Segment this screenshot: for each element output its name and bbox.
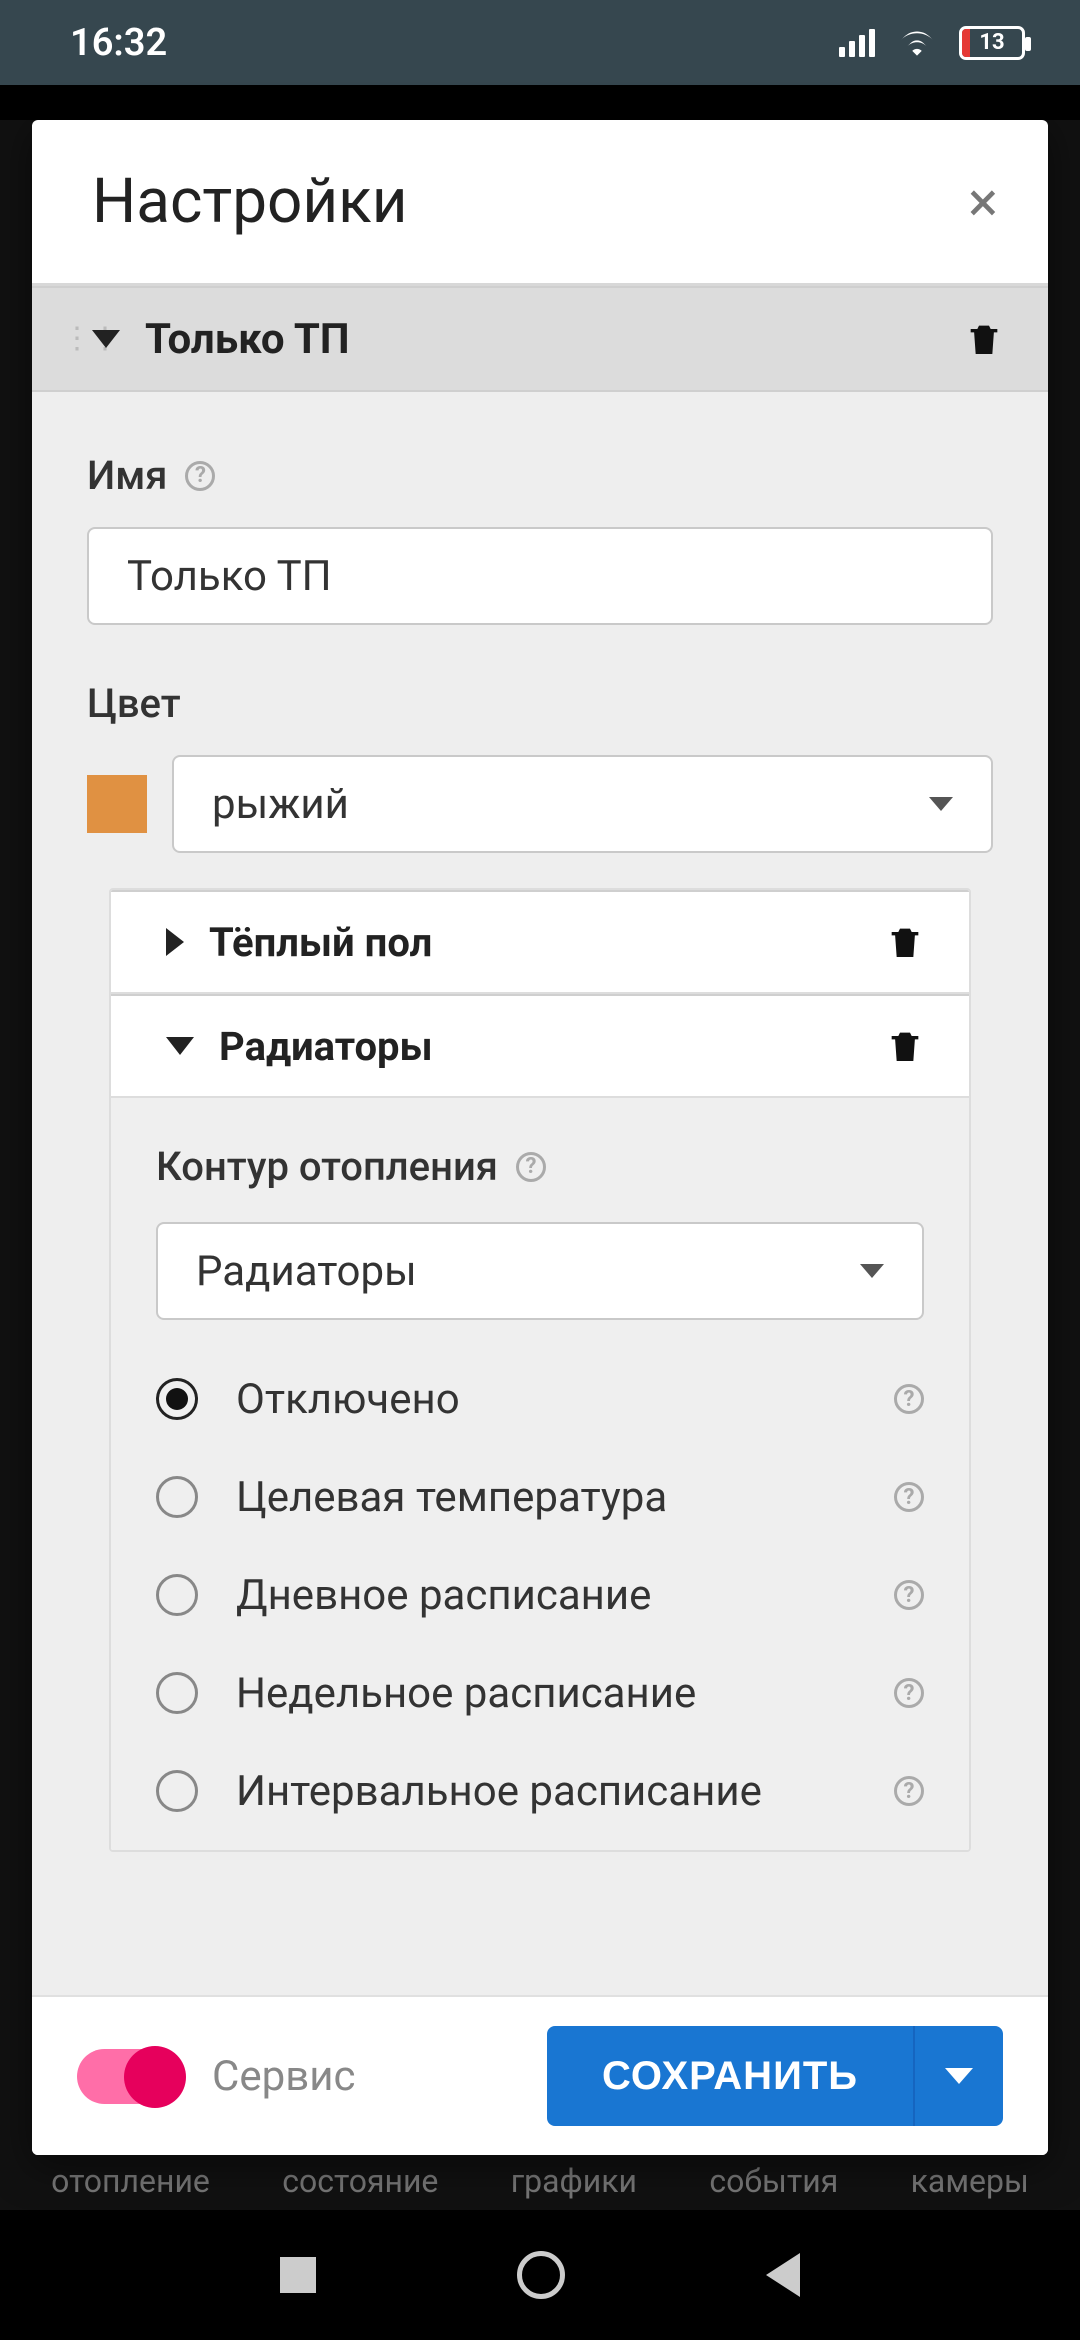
service-label: Сервис	[212, 2052, 355, 2101]
mode-radio-group: Отключено ? Целевая температура ? Дневно…	[156, 1350, 924, 1840]
dialog-header: Настройки ×	[32, 120, 1048, 283]
help-icon[interactable]: ?	[185, 461, 215, 491]
mode-option[interactable]: Интервальное расписание ?	[156, 1742, 924, 1840]
chevron-down-icon	[929, 797, 953, 811]
radiators-body: Контур отопления ? Радиаторы Отключено ?	[111, 1098, 969, 1850]
form-area: Имя ? Только ТП Цвет рыжий	[32, 392, 1048, 1882]
signal-icon	[839, 29, 875, 57]
section-header-main[interactable]: ⋮⋮ Только ТП	[32, 286, 1048, 392]
mode-option[interactable]: Дневное расписание ?	[156, 1546, 924, 1644]
help-icon[interactable]: ?	[894, 1482, 924, 1512]
help-icon[interactable]: ?	[894, 1678, 924, 1708]
dialog-body: ⋮⋮ Только ТП Имя ? Только ТП Цвет	[32, 283, 1048, 1995]
sub-panels: Тёплый пол Радиаторы	[109, 888, 971, 1852]
contour-label: Контур отопления ?	[156, 1143, 924, 1190]
trash-icon[interactable]	[883, 1024, 927, 1068]
radio-icon[interactable]	[156, 1574, 198, 1616]
radio-icon[interactable]	[156, 1770, 198, 1812]
mode-option[interactable]: Целевая температура ?	[156, 1448, 924, 1546]
drag-handle-icon[interactable]: ⋮⋮	[62, 334, 72, 344]
subpanel-title: Тёплый пол	[209, 919, 432, 966]
chevron-down-icon	[945, 2068, 973, 2084]
contour-select[interactable]: Радиаторы	[156, 1222, 924, 1320]
caret-down-icon	[166, 1037, 194, 1055]
color-label: Цвет	[87, 680, 993, 727]
app-bar-behind	[0, 85, 1080, 120]
caret-down-icon	[92, 330, 120, 348]
nav-home-icon[interactable]	[517, 2251, 565, 2299]
nav-back-icon[interactable]	[766, 2253, 800, 2297]
status-bar: 16:32 13	[0, 0, 1080, 85]
mode-option[interactable]: Недельное расписание ?	[156, 1644, 924, 1742]
settings-dialog: Настройки × ⋮⋮ Только ТП Имя ? Только ТП	[32, 120, 1048, 2155]
subpanel-radiators[interactable]: Радиаторы	[111, 994, 969, 1098]
name-label: Имя ?	[87, 452, 993, 499]
chevron-down-icon	[860, 1264, 884, 1278]
name-input[interactable]: Только ТП	[87, 527, 993, 625]
trash-icon[interactable]	[883, 920, 927, 964]
help-icon[interactable]: ?	[894, 1580, 924, 1610]
mode-option[interactable]: Отключено ?	[156, 1350, 924, 1448]
battery-percent: 13	[962, 29, 1022, 57]
help-icon[interactable]: ?	[894, 1776, 924, 1806]
trash-icon[interactable]	[962, 317, 1006, 361]
radio-icon[interactable]	[156, 1378, 198, 1420]
color-swatch[interactable]	[87, 775, 147, 833]
android-navbar	[0, 2210, 1080, 2340]
dialog-footer: Сервис СОХРАНИТЬ	[32, 1995, 1048, 2155]
battery-icon: 13	[959, 26, 1025, 60]
subpanel-warm-floor[interactable]: Тёплый пол	[111, 890, 969, 994]
radio-icon[interactable]	[156, 1476, 198, 1518]
dialog-title: Настройки	[92, 165, 407, 238]
caret-right-icon	[166, 928, 184, 956]
help-icon[interactable]: ?	[516, 1152, 546, 1182]
status-time: 16:32	[70, 21, 167, 65]
save-dropdown-button[interactable]	[913, 2026, 1003, 2126]
help-icon[interactable]: ?	[894, 1384, 924, 1414]
wifi-icon	[897, 23, 937, 63]
close-icon[interactable]: ×	[968, 174, 998, 230]
subpanel-title: Радиаторы	[219, 1023, 433, 1070]
section-title: Только ТП	[145, 315, 350, 364]
color-select[interactable]: рыжий	[172, 755, 993, 853]
nav-recent-icon[interactable]	[280, 2257, 316, 2293]
save-button[interactable]: СОХРАНИТЬ	[547, 2026, 913, 2126]
service-toggle[interactable]	[77, 2049, 182, 2104]
background-tabs: отопление состояние графики события каме…	[0, 2152, 1080, 2210]
radio-icon[interactable]	[156, 1672, 198, 1714]
